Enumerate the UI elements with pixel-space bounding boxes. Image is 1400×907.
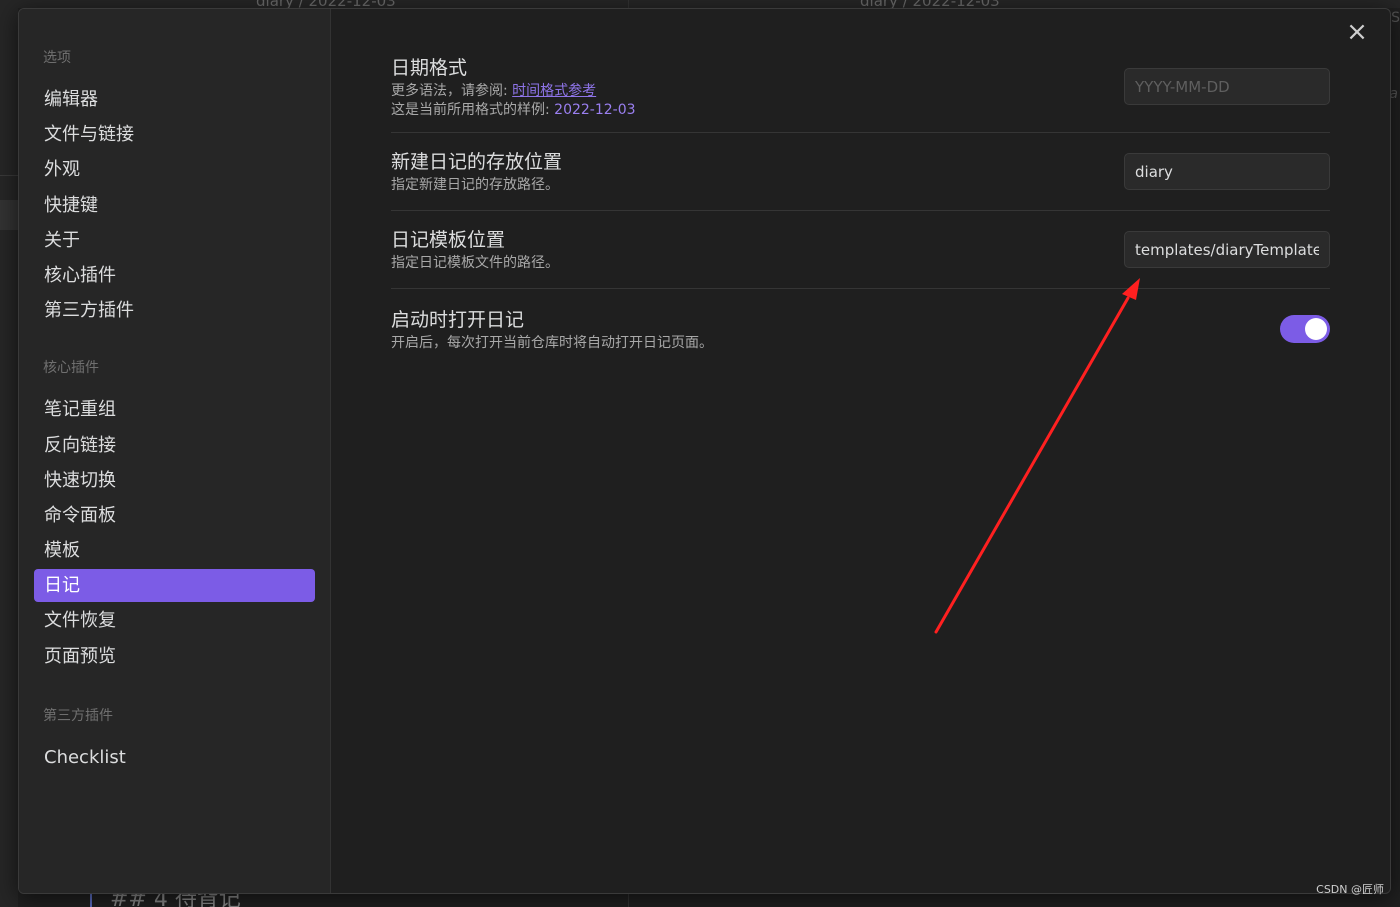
sidebar-item-daily-notes[interactable]: 日记 bbox=[34, 569, 315, 603]
setting-sample: 这是当前所用格式的样例: 2022-12-03 bbox=[391, 101, 636, 120]
sidebar-item-checklist[interactable]: Checklist bbox=[34, 741, 315, 774]
open-on-startup-toggle[interactable] bbox=[1280, 315, 1330, 343]
setting-description: 指定新建日记的存放路径。 bbox=[391, 177, 559, 193]
toggle-knob bbox=[1305, 318, 1327, 340]
background-divider bbox=[0, 175, 18, 176]
close-icon[interactable]: × bbox=[1344, 19, 1370, 45]
setting-description: 更多语法，请参阅: 时间格式参考 bbox=[391, 82, 636, 101]
setting-description: 开启后，每次打开当前仓库时将自动打开日记页面。 bbox=[391, 334, 713, 351]
setting-info: 新建日记的存放位置 指定新建日记的存放路径。 bbox=[391, 148, 562, 195]
sidebar-item-file-recovery[interactable]: 文件恢复 bbox=[34, 604, 315, 637]
setting-info: 日期格式 更多语法，请参阅: 时间格式参考 这是当前所用格式的样例: 2022-… bbox=[391, 54, 636, 120]
settings-modal: 选项 编辑器 文件与链接 外观 快捷键 关于 核心插件 第三方插件 核心插件 笔… bbox=[18, 8, 1391, 894]
setting-name: 日记模板位置 bbox=[391, 229, 506, 251]
setting-new-note-location: 新建日记的存放位置 指定新建日记的存放路径。 bbox=[391, 133, 1330, 211]
sidebar-item-page-preview[interactable]: 页面预览 bbox=[34, 640, 315, 673]
sidebar-item-editor[interactable]: 编辑器 bbox=[34, 83, 315, 116]
settings-content: × 日期格式 更多语法，请参阅: 时间格式参考 这是当前所用格式的样例: 202… bbox=[331, 9, 1390, 893]
format-reference-link[interactable]: 时间格式参考 bbox=[512, 83, 596, 99]
sidebar-item-command-palette[interactable]: 命令面板 bbox=[34, 499, 315, 532]
template-location-input[interactable] bbox=[1124, 231, 1330, 268]
watermark: CSDN @匠师 bbox=[1316, 883, 1384, 896]
sidebar-item-files-links[interactable]: 文件与链接 bbox=[34, 118, 315, 151]
setting-info: 日记模板位置 指定日记模板文件的路径。 bbox=[391, 226, 559, 273]
sidebar-item-community-plugins[interactable]: 第三方插件 bbox=[34, 294, 315, 327]
sidebar-group-thirdparty: 第三方插件 bbox=[43, 707, 113, 724]
setting-description: 指定日记模板文件的路径。 bbox=[391, 255, 559, 271]
sidebar-item-core-plugins[interactable]: 核心插件 bbox=[34, 259, 315, 292]
setting-name: 日期格式 bbox=[391, 56, 468, 79]
setting-info: 启动时打开日记 开启后，每次打开当前仓库时将自动打开日记页面。 bbox=[391, 306, 713, 353]
setting-template-location: 日记模板位置 指定日记模板文件的路径。 bbox=[391, 211, 1330, 289]
sample-value: 2022-12-03 bbox=[554, 101, 636, 118]
background-left-strip bbox=[0, 0, 18, 907]
sample-label: 这是当前所用格式的样例: bbox=[391, 101, 555, 118]
setting-name: 新建日记的存放位置 bbox=[391, 151, 563, 173]
setting-date-format: 日期格式 更多语法，请参阅: 时间格式参考 这是当前所用格式的样例: 2022-… bbox=[391, 45, 1330, 133]
background-glyph-top: S bbox=[1391, 10, 1400, 26]
sidebar-item-templates[interactable]: 模板 bbox=[34, 534, 315, 567]
sidebar-item-backlinks[interactable]: 反向链接 bbox=[34, 429, 315, 462]
sidebar-item-note-composer[interactable]: 笔记重组 bbox=[34, 393, 315, 426]
new-note-location-input[interactable] bbox=[1124, 153, 1330, 190]
sidebar-item-quick-switcher[interactable]: 快速切换 bbox=[34, 464, 315, 497]
setting-open-on-startup: 启动时打开日记 开启后，每次打开当前仓库时将自动打开日记页面。 bbox=[391, 289, 1330, 369]
background-header bbox=[0, 0, 1400, 8]
setting-name: 启动时打开日记 bbox=[391, 308, 525, 331]
date-format-input[interactable] bbox=[1124, 68, 1330, 105]
sidebar-group-options: 选项 bbox=[43, 50, 71, 66]
sidebar-item-appearance[interactable]: 外观 bbox=[34, 153, 315, 186]
background-block bbox=[0, 200, 18, 230]
sidebar-item-hotkeys[interactable]: 快捷键 bbox=[34, 189, 315, 222]
settings-sidebar: 选项 编辑器 文件与链接 外观 快捷键 关于 核心插件 第三方插件 核心插件 笔… bbox=[19, 9, 331, 893]
background-quote-bar bbox=[90, 893, 92, 907]
sidebar-item-about[interactable]: 关于 bbox=[34, 224, 315, 257]
sidebar-group-core: 核心插件 bbox=[43, 360, 99, 377]
description-text: 更多语法，请参阅: bbox=[391, 82, 513, 99]
